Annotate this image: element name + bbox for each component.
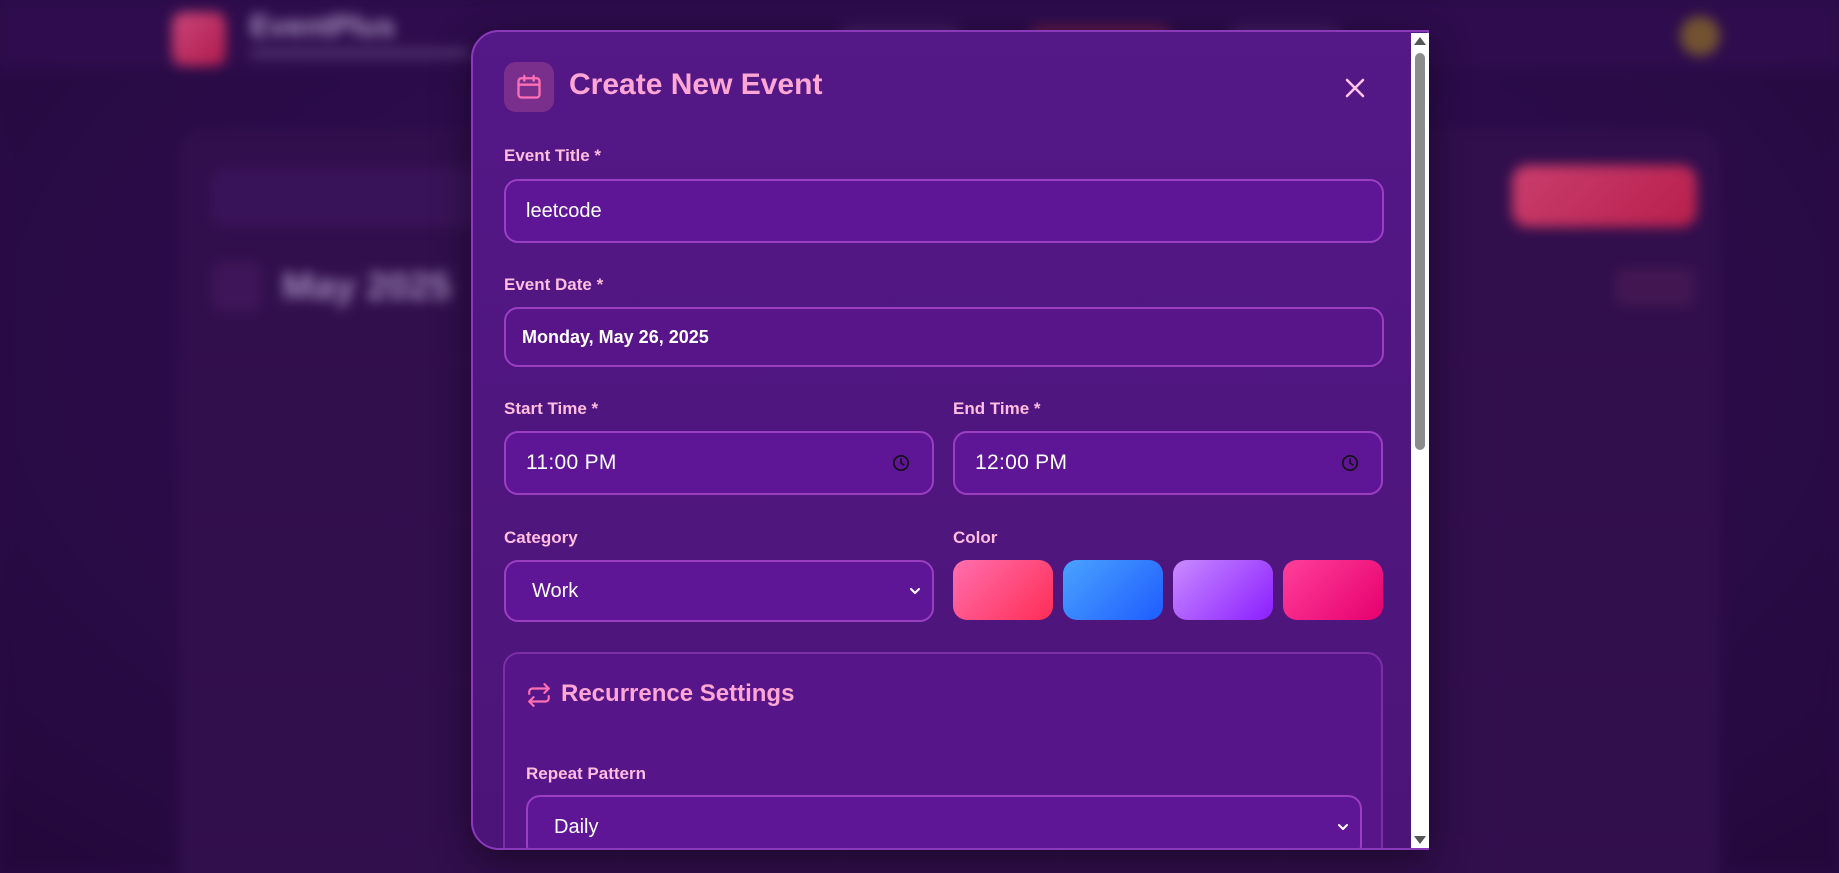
repeat-pattern-value: Daily: [554, 815, 599, 838]
event-title-label: Event Title *: [504, 146, 601, 165]
color-swatch-blue[interactable]: [1063, 560, 1163, 620]
scroll-up-arrow-icon[interactable]: [1414, 37, 1426, 45]
category-value: Work: [532, 579, 579, 602]
category-select[interactable]: Work: [504, 560, 934, 622]
event-title-input[interactable]: [526, 199, 1362, 223]
color-swatch-pink-red[interactable]: [953, 560, 1053, 620]
event-date-value: Monday, May 26, 2025: [522, 326, 709, 347]
end-time-field[interactable]: 12:00 PM: [953, 431, 1383, 495]
modal-title: Create New Event: [569, 68, 823, 101]
end-time-value: 12:00 PM: [975, 451, 1068, 474]
chevron-down-icon: [1336, 820, 1350, 834]
recurrence-title: Recurrence Settings: [561, 680, 795, 707]
calendar-icon: [504, 62, 554, 112]
category-label: Category: [504, 528, 578, 547]
modal-scrollbar[interactable]: [1411, 33, 1429, 848]
color-label: Color: [953, 528, 998, 547]
repeat-pattern-select[interactable]: Daily: [526, 795, 1362, 848]
close-button[interactable]: [1341, 74, 1369, 102]
color-swatch-magenta[interactable]: [1283, 560, 1383, 620]
scrollbar-thumb[interactable]: [1415, 53, 1425, 450]
background-calendar-icon: [212, 262, 262, 312]
color-swatch-purple[interactable]: [1173, 560, 1273, 620]
clock-icon[interactable]: [1341, 454, 1359, 472]
background-add-event-button: [1512, 165, 1697, 227]
background-month-title: May 2025: [282, 266, 452, 308]
scroll-down-arrow-icon[interactable]: [1414, 836, 1426, 844]
background-logo: [172, 12, 226, 66]
background-today-button: [1615, 268, 1695, 306]
event-date-label: Event Date *: [504, 275, 604, 294]
repeat-pattern-label: Repeat Pattern: [526, 764, 646, 783]
event-date-field[interactable]: Monday, May 26, 2025: [504, 307, 1384, 367]
background-subtitle: [250, 48, 470, 58]
end-time-label: End Time *: [953, 399, 1041, 418]
close-icon: [1345, 78, 1365, 98]
clock-icon[interactable]: [892, 454, 910, 472]
background-brand: EventPlus: [250, 10, 396, 43]
create-event-modal: Create New Event Event Title * Event Dat…: [471, 30, 1429, 850]
start-time-value: 11:00 PM: [526, 451, 617, 474]
chevron-down-icon: [908, 584, 922, 598]
repeat-icon: [526, 682, 552, 708]
start-time-field[interactable]: 11:00 PM: [504, 431, 934, 495]
modal-content: Create New Event Event Title * Event Dat…: [473, 32, 1413, 848]
event-title-field[interactable]: [504, 179, 1384, 243]
background-avatar: [1680, 16, 1720, 56]
start-time-label: Start Time *: [504, 399, 599, 418]
